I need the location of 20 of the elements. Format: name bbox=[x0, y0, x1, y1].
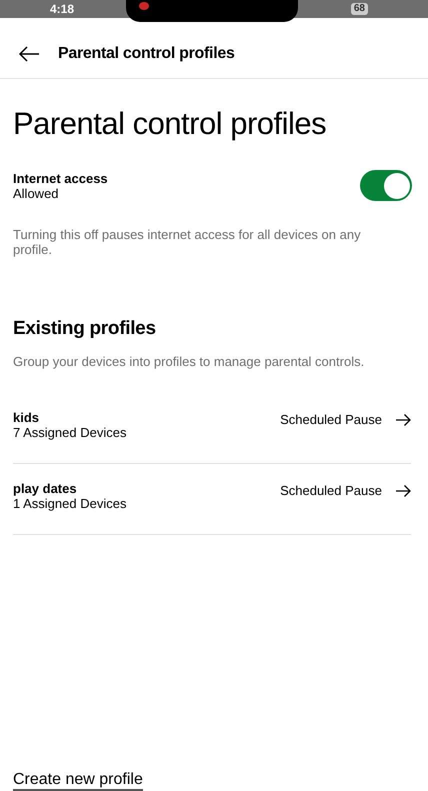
profile-name: kids bbox=[13, 410, 40, 426]
create-profile-link[interactable]: Create new profile bbox=[13, 771, 143, 791]
back-icon[interactable] bbox=[18, 46, 40, 62]
profile-status: Scheduled Pause bbox=[280, 482, 382, 500]
status-time: 4:18 bbox=[50, 3, 74, 15]
section-description: Group your devices into profiles to manage parental controls. bbox=[13, 352, 366, 371]
battery-indicator: 68 bbox=[350, 3, 368, 15]
header-title: Parental control profiles bbox=[58, 44, 235, 64]
device-count: 7 Assigned Devices bbox=[13, 425, 126, 440]
setting-value: Allowed bbox=[13, 186, 60, 201]
device-count: 1 Assigned Devices bbox=[13, 496, 126, 512]
profile-name: play dates bbox=[13, 481, 78, 496]
help-text: Turning this off pauses internet access for all devices on any profile. bbox=[13, 227, 362, 258]
toggle-switch[interactable] bbox=[360, 170, 412, 202]
setting-label: Internet access bbox=[13, 170, 108, 186]
arrow-icon[interactable] bbox=[396, 484, 411, 497]
profile-status: Scheduled Pause bbox=[280, 411, 382, 430]
section-heading: Existing profiles bbox=[13, 317, 157, 342]
arrow-icon[interactable] bbox=[396, 414, 411, 426]
page-title: Parental control profiles bbox=[13, 105, 328, 142]
